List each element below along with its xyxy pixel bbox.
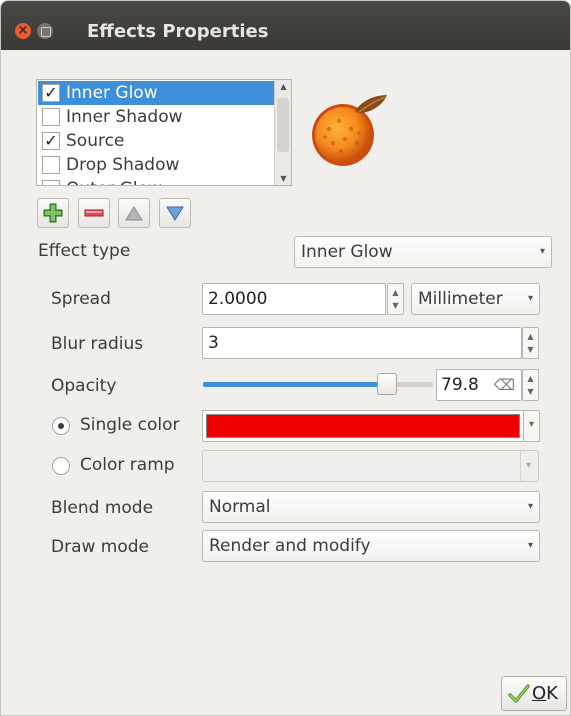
single-color-radio[interactable] (52, 417, 70, 435)
ok-label-rest: K (546, 683, 558, 704)
spread-input[interactable]: 2.0000 (202, 283, 386, 315)
plus-icon (43, 203, 63, 223)
move-up-button[interactable] (118, 198, 150, 228)
arrow-down-icon (166, 206, 184, 221)
effect-type-label: Effect type (38, 241, 131, 261)
opacity-label: Opacity (51, 376, 117, 396)
effects-list-scrollbar[interactable]: ▲ ▼ (274, 80, 291, 185)
effect-list-item[interactable]: ✓ Source (38, 129, 274, 153)
effect-list-item[interactable]: Drop Shadow (38, 153, 274, 177)
effects-properties-dialog: × Effects Properties ✓ Inner Glow Inner Sh… (0, 0, 571, 716)
effect-list-item[interactable]: Inner Shadow (38, 105, 274, 129)
single-color-label: Single color (80, 415, 180, 435)
opacity-value: 79.8 (441, 375, 479, 395)
effects-list[interactable]: ✓ Inner Glow Inner Shadow ✓ Source Drop Shado… (36, 79, 292, 186)
chevron-down-icon: ▾ (527, 501, 533, 512)
opacity-input[interactable]: 79.8 ⌫ (436, 369, 522, 401)
blur-radius-label: Blur radius (51, 334, 144, 354)
blend-mode-dropdown[interactable]: Normal ▾ (202, 491, 540, 523)
minimize-window-button[interactable] (37, 23, 53, 39)
effect-type-value: Inner Glow (301, 242, 393, 262)
opacity-slider-fill (203, 382, 381, 387)
effect-list-item[interactable]: ✓ Inner Glow (38, 81, 274, 105)
draw-mode-dropdown[interactable]: Render and modify ▾ (202, 530, 540, 562)
spread-unit-value: Millimeter (418, 289, 503, 309)
close-window-button[interactable]: × (15, 23, 31, 39)
title-bar: × Effects Properties (1, 1, 570, 50)
spread-stepper[interactable]: ▲ ▼ (387, 283, 404, 315)
arrow-up-icon (125, 206, 143, 221)
spread-label: Spread (51, 289, 111, 309)
effect-item-label: Drop Shadow (66, 155, 180, 175)
scroll-down-icon[interactable]: ▼ (275, 174, 291, 183)
chevron-down-icon: ▾ (527, 540, 533, 551)
opacity-stepper[interactable]: ▲ ▼ (522, 369, 539, 401)
color-dropdown-button[interactable]: ▾ (523, 410, 540, 442)
blur-radius-input[interactable]: 3 (202, 327, 522, 359)
effect-enabled-checkbox[interactable] (42, 156, 60, 174)
effect-item-label: Source (66, 131, 125, 151)
color-ramp-radio[interactable] (52, 457, 70, 475)
check-icon (508, 684, 530, 703)
blend-mode-label: Blend mode (51, 498, 154, 518)
window-title: Effects Properties (87, 21, 269, 42)
blend-mode-value: Normal (209, 497, 271, 517)
effect-enabled-checkbox[interactable]: ✓ (42, 84, 60, 102)
ok-mnemonic: O (532, 683, 547, 704)
color-button[interactable] (202, 410, 524, 442)
opacity-slider-handle[interactable] (377, 373, 397, 395)
effect-enabled-checkbox[interactable] (42, 180, 60, 185)
spread-unit-dropdown[interactable]: Millimeter ▾ (411, 283, 540, 315)
chevron-down-icon: ▾ (520, 451, 536, 481)
effects-list-items: ✓ Inner Glow Inner Shadow ✓ Source Drop Shado… (38, 81, 274, 185)
chevron-down-icon: ▾ (539, 246, 545, 257)
chevron-down-icon: ▾ (527, 293, 533, 304)
effect-enabled-checkbox[interactable] (42, 108, 60, 126)
minus-icon (84, 209, 104, 217)
blur-radius-stepper[interactable]: ▲ ▼ (522, 327, 539, 359)
effect-item-label: Inner Glow (66, 83, 158, 103)
ok-button[interactable]: OK (501, 676, 567, 711)
color-ramp-dropdown: ▾ (202, 450, 539, 482)
effect-list-item[interactable]: Outer Glow (38, 177, 274, 185)
color-ramp-label: Color ramp (80, 455, 175, 475)
effect-item-label: Outer Glow (66, 179, 162, 185)
draw-mode-label: Draw mode (51, 537, 150, 557)
scroll-up-icon[interactable]: ▲ (275, 82, 291, 91)
opacity-slider-track[interactable] (393, 382, 433, 387)
effect-preview-orange-icon (312, 95, 387, 166)
move-down-button[interactable] (159, 198, 191, 228)
effect-type-dropdown[interactable]: Inner Glow ▾ (294, 236, 552, 268)
color-swatch (206, 414, 520, 438)
add-effect-button[interactable] (37, 198, 69, 228)
draw-mode-value: Render and modify (209, 536, 371, 556)
remove-effect-button[interactable] (78, 198, 110, 228)
effect-enabled-checkbox[interactable]: ✓ (42, 132, 60, 150)
clear-icon[interactable]: ⌫ (494, 370, 515, 400)
chevron-down-icon: ▾ (528, 419, 535, 430)
effect-item-label: Inner Shadow (66, 107, 183, 127)
scrollbar-thumb[interactable] (277, 98, 289, 152)
